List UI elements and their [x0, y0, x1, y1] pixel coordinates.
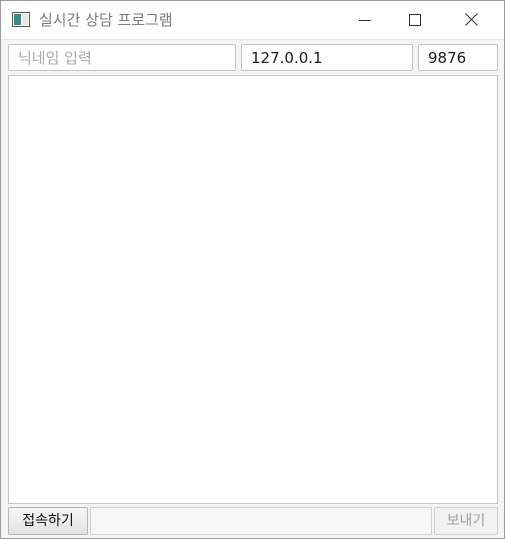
- window-title: 실시간 상담 프로그램: [39, 11, 173, 29]
- port-input[interactable]: [418, 44, 498, 71]
- maximize-button[interactable]: [392, 1, 438, 39]
- ip-address-input[interactable]: [241, 44, 413, 71]
- minimize-button[interactable]: [342, 1, 388, 39]
- maximize-icon: [409, 11, 421, 30]
- app-window-icon: [12, 12, 30, 27]
- chat-log-area[interactable]: [8, 75, 498, 504]
- message-input[interactable]: [90, 507, 432, 535]
- minimize-icon: [359, 11, 371, 30]
- close-icon: [464, 11, 478, 30]
- title-bar: 실시간 상담 프로그램: [1, 1, 504, 40]
- app-window: 실시간 상담 프로그램 접속하기 보내기: [0, 0, 505, 539]
- send-button[interactable]: 보내기: [434, 507, 498, 535]
- close-button[interactable]: [448, 1, 494, 39]
- connect-button[interactable]: 접속하기: [8, 507, 88, 535]
- nickname-input[interactable]: [8, 44, 236, 71]
